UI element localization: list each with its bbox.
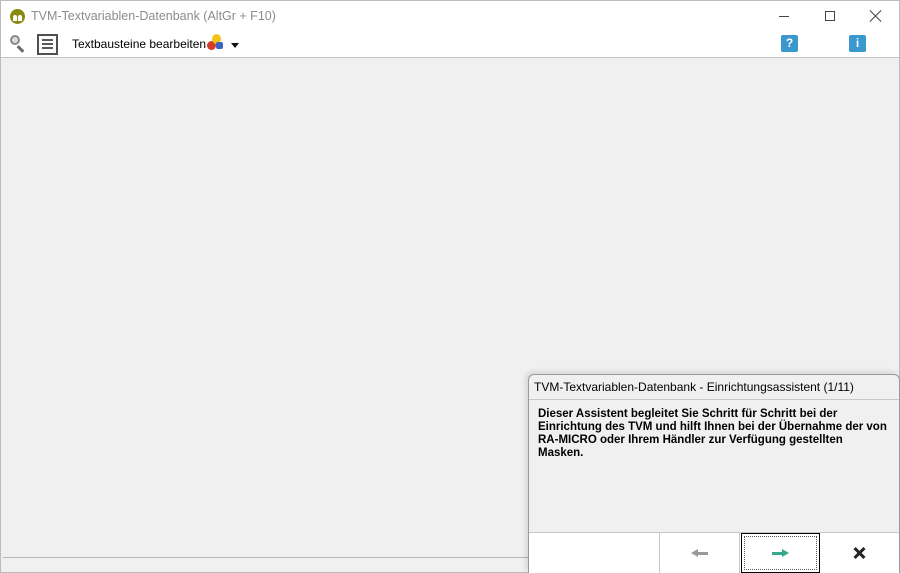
tvm-app-icon: [10, 9, 25, 24]
help-button[interactable]: ?: [781, 35, 798, 52]
wizard-footer-spacer: [529, 533, 660, 573]
maximize-button[interactable]: [807, 1, 853, 31]
next-button[interactable]: [741, 533, 820, 573]
window-title: TVM-Textvariablen-Datenbank (AltGr + F10…: [31, 9, 276, 23]
toolbar: Textbausteine bearbeiten ? i: [1, 31, 899, 58]
wizard-title: TVM-Textvariablen-Datenbank - Einrichtun…: [534, 380, 854, 394]
setup-wizard-panel: TVM-Textvariablen-Datenbank - Einrichtun…: [528, 374, 900, 573]
chevron-down-icon[interactable]: [231, 43, 239, 48]
arrow-right-icon: [772, 548, 789, 558]
wizard-description: Dieser Assistent begleitet Sie Schritt f…: [538, 408, 887, 459]
close-window-button[interactable]: [853, 1, 899, 31]
tools-icon[interactable]: [206, 34, 224, 52]
maximize-icon: [825, 11, 835, 21]
wizard-button-bar: [529, 532, 899, 573]
info-button[interactable]: i: [849, 35, 866, 52]
arrow-left-icon: [691, 548, 708, 558]
close-icon: [870, 10, 882, 22]
status-divider: [3, 557, 533, 558]
magnifier-icon[interactable]: [9, 34, 27, 53]
minimize-icon: [779, 15, 789, 17]
cancel-wizard-button[interactable]: [821, 533, 899, 573]
edit-text-modules-button[interactable]: Textbausteine bearbeiten: [72, 37, 206, 51]
minimize-button[interactable]: [761, 1, 807, 31]
back-button[interactable]: [660, 533, 740, 573]
document-icon[interactable]: [37, 34, 58, 55]
title-bar: TVM-Textvariablen-Datenbank (AltGr + F10…: [1, 1, 899, 31]
close-x-icon: [854, 547, 866, 559]
wizard-divider: [529, 399, 899, 400]
